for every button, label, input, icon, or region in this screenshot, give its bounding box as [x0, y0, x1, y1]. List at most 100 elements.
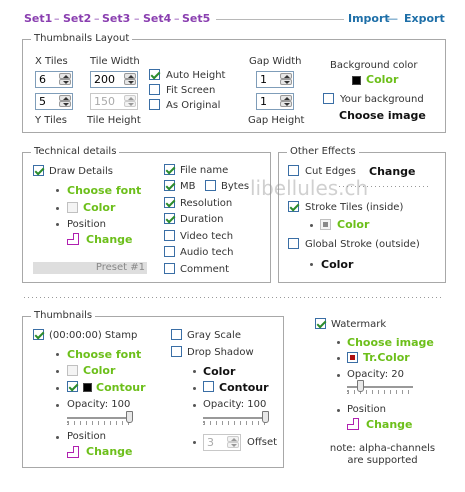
- text-color-button[interactable]: Color: [83, 201, 115, 214]
- x-tiles-input[interactable]: 6: [35, 71, 73, 88]
- watermark-choose-image-button[interactable]: Choose image: [347, 336, 434, 349]
- resolution-label: Resolution: [180, 198, 233, 209]
- stamp-color-button[interactable]: Color: [83, 364, 115, 377]
- panel-title: Technical details: [31, 146, 120, 157]
- global-stroke-checkbox[interactable]: [288, 238, 299, 249]
- shadow-opacity-track[interactable]: [203, 417, 269, 419]
- stamp-opacity-label: Opacity: 100: [67, 399, 131, 410]
- bytes-checkbox[interactable]: [205, 180, 216, 191]
- spinner[interactable]: [280, 73, 292, 86]
- stamp-choose-font-button[interactable]: Choose font: [67, 348, 141, 361]
- background-color-button[interactable]: Color: [366, 73, 398, 86]
- stamp-position-icon[interactable]: [67, 446, 79, 458]
- resolution-checkbox[interactable]: [164, 197, 175, 208]
- audio-tech-checkbox[interactable]: [164, 246, 175, 257]
- spinner[interactable]: [59, 73, 71, 86]
- choose-image-button[interactable]: Choose image: [339, 109, 426, 122]
- gray-scale-label: Gray Scale: [187, 330, 241, 341]
- auto-height-checkbox[interactable]: [149, 69, 160, 80]
- divider: [216, 19, 344, 20]
- draw-details-checkbox[interactable]: [33, 165, 44, 176]
- background-color-swatch[interactable]: [352, 76, 361, 85]
- bullet: [56, 387, 59, 390]
- thumbnails-panel: Thumbnails (00:00:00) Stamp Choose font …: [22, 310, 284, 468]
- set5-link[interactable]: Set5: [182, 12, 210, 25]
- choose-font-button[interactable]: Choose font: [67, 184, 141, 197]
- bullet: [193, 404, 196, 407]
- preset-bar[interactable]: Preset #1: [33, 262, 147, 274]
- set3-link[interactable]: Set3: [102, 12, 130, 25]
- other-effects-panel: Other Effects Cut Edges Change Stroke Ti…: [278, 146, 446, 283]
- bullet: [56, 404, 59, 407]
- watermark-section: Watermark Choose image Tr.Color Opacity:…: [310, 314, 455, 474]
- bytes-label: Bytes: [221, 181, 250, 192]
- your-background-label: Your background: [340, 94, 424, 105]
- watermark-opacity-thumb[interactable]: [357, 380, 364, 392]
- stamp-opacity-thumb[interactable]: [126, 411, 133, 423]
- file-name-checkbox[interactable]: [164, 164, 175, 175]
- gray-scale-checkbox[interactable]: [171, 329, 182, 340]
- spinner[interactable]: [59, 95, 71, 108]
- bullet: [56, 223, 59, 226]
- fit-screen-checkbox[interactable]: [149, 84, 160, 95]
- bullet: [56, 436, 59, 439]
- cut-edges-checkbox[interactable]: [288, 165, 299, 176]
- stamp-position-change-button[interactable]: Change: [86, 445, 133, 458]
- watermark-checkbox[interactable]: [315, 318, 326, 329]
- shadow-opacity-label: Opacity: 100: [203, 399, 267, 410]
- separator: –: [54, 12, 60, 25]
- bullet: [56, 370, 59, 373]
- stroke-color-swatch[interactable]: [320, 219, 331, 230]
- panel-title: Other Effects: [287, 146, 359, 157]
- import-link[interactable]: Import: [348, 12, 390, 25]
- cut-edges-change-button[interactable]: Change: [369, 165, 416, 178]
- bullet: [337, 357, 340, 360]
- position-change-button[interactable]: Change: [86, 233, 133, 246]
- mb-checkbox[interactable]: [164, 180, 175, 191]
- bullet: [337, 409, 340, 412]
- export-link[interactable]: Export: [404, 12, 445, 25]
- stamp-color-checkbox[interactable]: [67, 365, 78, 376]
- tile-width-input[interactable]: 200: [90, 71, 138, 88]
- watermark-position-change-button[interactable]: Change: [366, 418, 413, 431]
- as-original-checkbox[interactable]: [149, 99, 160, 110]
- y-tiles-input[interactable]: 5: [35, 93, 73, 110]
- draw-details-label: Draw Details: [49, 166, 113, 177]
- gap-width-input[interactable]: 1: [256, 71, 294, 88]
- comment-checkbox[interactable]: [164, 263, 175, 274]
- text-color-checkbox[interactable]: [67, 202, 78, 213]
- position-icon[interactable]: [67, 233, 79, 245]
- set4-link[interactable]: Set4: [143, 12, 171, 25]
- stamp-contour-checkbox[interactable]: [67, 381, 78, 392]
- watermark-position-icon[interactable]: [347, 418, 359, 430]
- your-background-checkbox[interactable]: [323, 93, 334, 104]
- tile-width-label: Tile Width: [90, 56, 140, 67]
- set1-link[interactable]: Set1: [24, 12, 52, 25]
- drop-shadow-checkbox[interactable]: [171, 346, 182, 357]
- stamp-contour-swatch[interactable]: [83, 383, 92, 392]
- stamp-opacity-track[interactable]: [67, 417, 133, 419]
- duration-checkbox[interactable]: [164, 213, 175, 224]
- video-tech-checkbox[interactable]: [164, 230, 175, 241]
- shadow-contour-button[interactable]: Contour: [219, 381, 269, 394]
- shadow-color-button[interactable]: Color: [203, 365, 235, 378]
- global-stroke-label: Global Stroke (outside): [305, 239, 420, 250]
- stamp-checkbox[interactable]: [33, 329, 44, 340]
- set2-link[interactable]: Set2: [63, 12, 91, 25]
- tr-color-button[interactable]: Tr.Color: [363, 351, 410, 364]
- panel-title: Thumbnails Layout: [31, 33, 133, 44]
- shadow-opacity-thumb[interactable]: [262, 411, 269, 423]
- global-stroke-color-button[interactable]: Color: [321, 258, 353, 271]
- stroke-color-button[interactable]: Color: [337, 218, 369, 231]
- bullet: [56, 189, 59, 192]
- slider-ticks: [203, 421, 269, 425]
- stroke-tiles-checkbox[interactable]: [288, 201, 299, 212]
- gap-width-label: Gap Width: [249, 56, 302, 67]
- shadow-contour-checkbox[interactable]: [203, 381, 214, 392]
- spinner[interactable]: [124, 73, 136, 86]
- stamp-contour-button[interactable]: Contour: [96, 381, 146, 394]
- spinner[interactable]: [280, 95, 292, 108]
- gap-height-input[interactable]: 1: [256, 93, 294, 110]
- tr-color-swatch[interactable]: [347, 352, 358, 363]
- alpha-note-line1: note: alpha-channels: [329, 443, 436, 454]
